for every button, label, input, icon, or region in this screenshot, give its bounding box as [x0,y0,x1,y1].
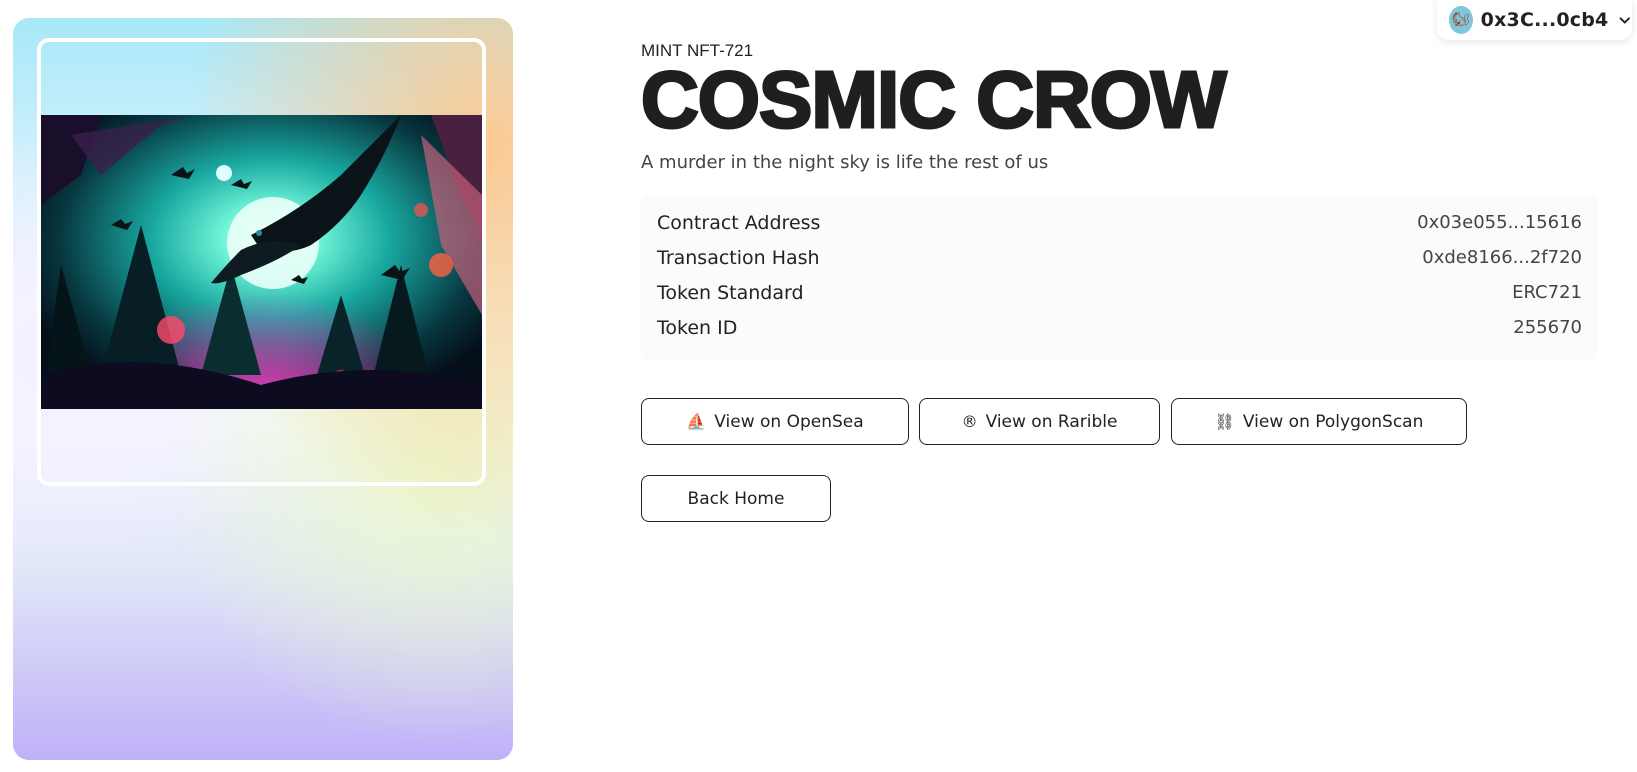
detail-value: 0x03e055...15616 [1417,212,1582,233]
rarible-icon: ® [961,412,978,431]
squirrel-avatar-icon: 🐿 [1449,6,1473,34]
detail-row-contract-address: Contract Address 0x03e055...15616 [657,205,1582,240]
nft-details-table: Contract Address 0x03e055...15616 Transa… [641,195,1598,360]
nft-art-card [13,18,513,760]
detail-label: Token ID [657,316,738,339]
detail-label: Token Standard [657,281,804,304]
chevron-down-icon [1620,17,1631,24]
detail-value: ERC721 [1512,282,1582,303]
button-label: View on Rarible [985,411,1118,432]
detail-label: Transaction Hash [657,246,820,269]
wallet-address: 0x3C...0cb4 [1480,9,1609,31]
nft-title: COSMIC CROW [640,54,1229,145]
nft-image-frame [37,38,486,486]
button-label: Back Home [687,488,785,509]
detail-value: 0xde8166...2f720 [1422,247,1582,268]
sailboat-icon: ⛵ [686,412,707,431]
detail-label: Contract Address [657,211,821,234]
detail-row-transaction-hash: Transaction Hash 0xde8166...2f720 [657,240,1582,275]
view-on-rarible-button[interactable]: ® View on Rarible [919,398,1160,445]
nft-description: A murder in the night sky is life the re… [641,152,1049,173]
view-on-opensea-button[interactable]: ⛵ View on OpenSea [641,398,909,445]
cosmic-crow-illustration [41,115,482,409]
detail-value: 255670 [1513,317,1582,338]
view-on-polygonscan-button[interactable]: ⛓ View on PolygonScan [1171,398,1467,445]
nft-image [41,115,482,409]
nft-mint-page: 🐿 0x3C...0cb4 MINT NFT-721 COSMIC CROW A… [0,0,1637,772]
detail-row-token-standard: Token Standard ERC721 [657,275,1582,310]
back-home-button[interactable]: Back Home [641,475,831,522]
button-label: View on PolygonScan [1242,411,1424,432]
chain-link-icon: ⛓ [1214,412,1235,431]
detail-row-token-id: Token ID 255670 [657,310,1582,345]
button-label: View on OpenSea [714,411,864,432]
wallet-account-button[interactable]: 🐿 0x3C...0cb4 [1437,0,1632,40]
